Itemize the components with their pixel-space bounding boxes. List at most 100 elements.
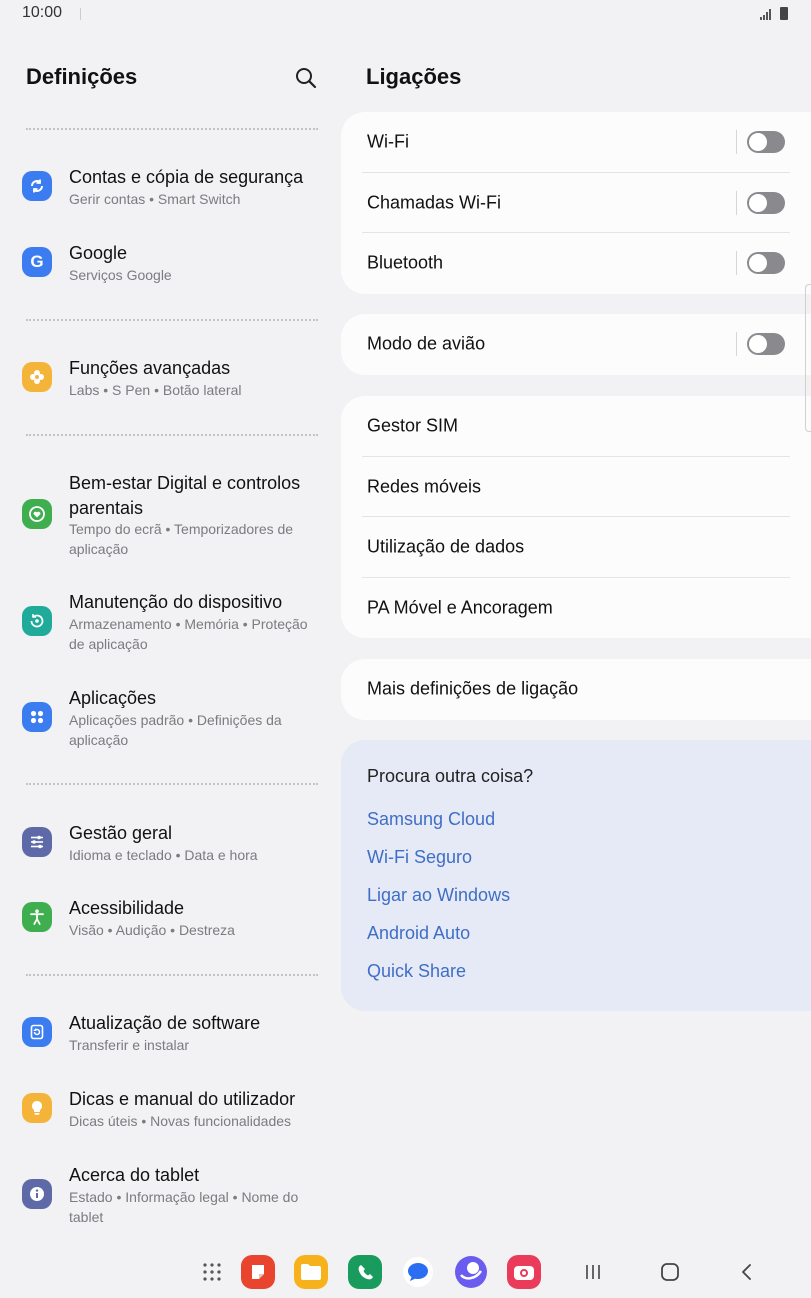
row-separator bbox=[736, 130, 737, 154]
settings-item-subtitle: Transferir e instalar bbox=[69, 1037, 190, 1053]
airplane-mode-toggle[interactable] bbox=[747, 333, 785, 355]
settings-item-title: Aplicações bbox=[69, 688, 157, 708]
section-divider bbox=[26, 128, 318, 130]
settings-item-subtitle: Labs • S Pen • Botão lateral bbox=[69, 382, 242, 398]
row-label: PA Móvel e Ancoragem bbox=[367, 597, 553, 618]
settings-item-title: Acessibilidade bbox=[69, 898, 185, 918]
row-label: Chamadas Wi-Fi bbox=[367, 192, 502, 213]
hotspot-tethering-row[interactable]: PA Móvel e Ancoragem bbox=[341, 578, 811, 639]
bluetooth-row[interactable]: Bluetooth bbox=[341, 233, 811, 294]
flower-icon bbox=[22, 362, 52, 392]
settings-item-title: Gestão geral bbox=[69, 823, 173, 843]
settings-item-title: Atualização de software bbox=[69, 1013, 261, 1033]
sim-manager-row[interactable]: Gestor SIM bbox=[341, 396, 811, 457]
section-divider bbox=[26, 319, 318, 321]
suggestion-link-samsung-cloud[interactable]: Samsung Cloud bbox=[367, 809, 495, 830]
settings-item-title: Acerca do tablet bbox=[69, 1165, 200, 1185]
row-label: Mais definições de ligação bbox=[367, 678, 579, 699]
messages-app-icon[interactable] bbox=[401, 1255, 435, 1289]
settings-item-device-care[interactable]: Manutenção do dispositivo Armazenamento … bbox=[0, 587, 330, 662]
row-label: Redes móveis bbox=[367, 476, 482, 497]
airplane-mode-row[interactable]: Modo de avião bbox=[341, 314, 811, 375]
settings-item-title: Manutenção do dispositivo bbox=[69, 592, 283, 612]
mobile-networks-row[interactable]: Redes móveis bbox=[341, 457, 811, 518]
settings-item-advanced-features[interactable]: Funções avançadas Labs • S Pen • Botão l… bbox=[0, 353, 330, 413]
internet-app-icon[interactable] bbox=[454, 1255, 488, 1289]
settings-item-google[interactable]: G Google Serviços Google bbox=[0, 238, 330, 298]
connections-card-airplane: Modo de avião bbox=[341, 314, 811, 375]
notes-app-icon[interactable] bbox=[241, 1255, 275, 1289]
settings-item-subtitle: Visão • Audição • Destreza bbox=[69, 922, 235, 938]
battery-icon bbox=[780, 7, 788, 20]
back-icon[interactable] bbox=[733, 1258, 761, 1286]
settings-item-title: Bem-estar Digital e controlos parentais bbox=[69, 473, 301, 518]
settings-item-title: Google bbox=[69, 243, 128, 263]
settings-item-general-management[interactable]: Gestão geral Idioma e teclado • Data e h… bbox=[0, 818, 330, 878]
row-label: Wi-Fi bbox=[367, 131, 409, 152]
suggestions-card: Procura outra coisa? Samsung Cloud Wi-Fi… bbox=[341, 740, 811, 1011]
info-icon bbox=[22, 1179, 52, 1209]
wifi-calling-row[interactable]: Chamadas Wi-Fi bbox=[341, 173, 811, 234]
settings-item-digital-wellbeing[interactable]: Bem-estar Digital e controlos parentais … bbox=[0, 468, 330, 568]
connections-card-mobile: Gestor SIM Redes móveis Utilização de da… bbox=[341, 396, 811, 638]
camera-app-icon[interactable] bbox=[507, 1255, 541, 1289]
settings-item-title: Funções avançadas bbox=[69, 358, 231, 378]
settings-item-subtitle: Aplicações padrão • Definições da aplica… bbox=[69, 712, 282, 748]
settings-item-subtitle: Armazenamento • Memória • Proteção de ap… bbox=[69, 616, 308, 652]
suggestion-link-quick-share[interactable]: Quick Share bbox=[367, 961, 466, 982]
suggestions-heading: Procura outra coisa? bbox=[367, 766, 534, 786]
section-divider bbox=[26, 974, 318, 976]
bluetooth-toggle[interactable] bbox=[747, 252, 785, 274]
accessibility-icon bbox=[22, 902, 52, 932]
connections-card-wireless: Wi-Fi Chamadas Wi-Fi Bluetooth bbox=[341, 112, 811, 294]
search-button[interactable] bbox=[294, 66, 318, 90]
suggestion-link-link-to-windows[interactable]: Ligar ao Windows bbox=[367, 885, 510, 906]
status-bar: 10:00 bbox=[0, 0, 811, 28]
status-divider bbox=[80, 8, 81, 20]
settings-item-title: Contas e cópia de segurança bbox=[69, 167, 304, 187]
settings-item-subtitle: Dicas úteis • Novas funcionalidades bbox=[69, 1113, 292, 1129]
edge-panel-handle[interactable] bbox=[805, 284, 811, 432]
search-icon bbox=[296, 68, 317, 89]
suggestion-link-android-auto[interactable]: Android Auto bbox=[367, 923, 470, 944]
more-connection-settings-row[interactable]: Mais definições de ligação bbox=[341, 659, 811, 720]
apps-grid-icon bbox=[22, 702, 52, 732]
settings-item-subtitle: Estado • Informação legal • Nome do tabl… bbox=[69, 1189, 299, 1225]
section-divider bbox=[26, 434, 318, 436]
software-update-icon bbox=[22, 1017, 52, 1047]
google-icon: G bbox=[22, 247, 52, 277]
home-icon[interactable] bbox=[656, 1258, 684, 1286]
connections-card-more: Mais definições de ligação bbox=[341, 659, 811, 720]
row-label: Gestor SIM bbox=[367, 415, 459, 436]
suggestion-link-secure-wifi[interactable]: Wi-Fi Seguro bbox=[367, 847, 472, 868]
settings-item-accessibility[interactable]: Acessibilidade Visão • Audição • Destrez… bbox=[0, 893, 330, 953]
row-label: Modo de avião bbox=[367, 333, 486, 354]
section-divider bbox=[26, 783, 318, 785]
settings-item-subtitle: Tempo do ecrã • Temporizadores de aplica… bbox=[69, 521, 294, 557]
detail-title: Ligações bbox=[366, 64, 462, 89]
row-separator bbox=[736, 251, 737, 275]
settings-item-subtitle: Idioma e teclado • Data e hora bbox=[69, 847, 258, 863]
wifi-toggle[interactable] bbox=[747, 131, 785, 153]
phone-app-icon[interactable] bbox=[348, 1255, 382, 1289]
settings-item-software-update[interactable]: Atualização de software Transferir e ins… bbox=[0, 1008, 330, 1068]
row-separator bbox=[736, 190, 737, 215]
recents-icon[interactable] bbox=[579, 1258, 607, 1286]
settings-item-about-tablet[interactable]: Acerca do tablet Estado • Informação leg… bbox=[0, 1160, 330, 1235]
refresh-circle-icon bbox=[22, 606, 52, 636]
files-app-icon[interactable] bbox=[294, 1255, 328, 1289]
data-usage-row[interactable]: Utilização de dados bbox=[341, 517, 811, 578]
settings-item-subtitle: Gerir contas • Smart Switch bbox=[69, 191, 241, 207]
settings-item-tips-manual[interactable]: Dicas e manual do utilizador Dicas úteis… bbox=[0, 1084, 330, 1144]
heart-circle-icon bbox=[22, 499, 52, 529]
sync-icon bbox=[22, 171, 52, 201]
wifi-row[interactable]: Wi-Fi bbox=[341, 112, 811, 173]
app-drawer-icon[interactable] bbox=[195, 1255, 229, 1289]
lightbulb-icon bbox=[22, 1093, 52, 1123]
settings-item-apps[interactable]: Aplicações Aplicações padrão • Definiçõe… bbox=[0, 683, 330, 758]
settings-item-accounts-backup[interactable]: Contas e cópia de segurança Gerir contas… bbox=[0, 162, 330, 222]
row-label: Utilização de dados bbox=[367, 536, 525, 557]
status-time: 10:00 bbox=[22, 4, 63, 21]
sliders-icon bbox=[22, 827, 52, 857]
wifi-calling-toggle[interactable] bbox=[747, 191, 785, 214]
